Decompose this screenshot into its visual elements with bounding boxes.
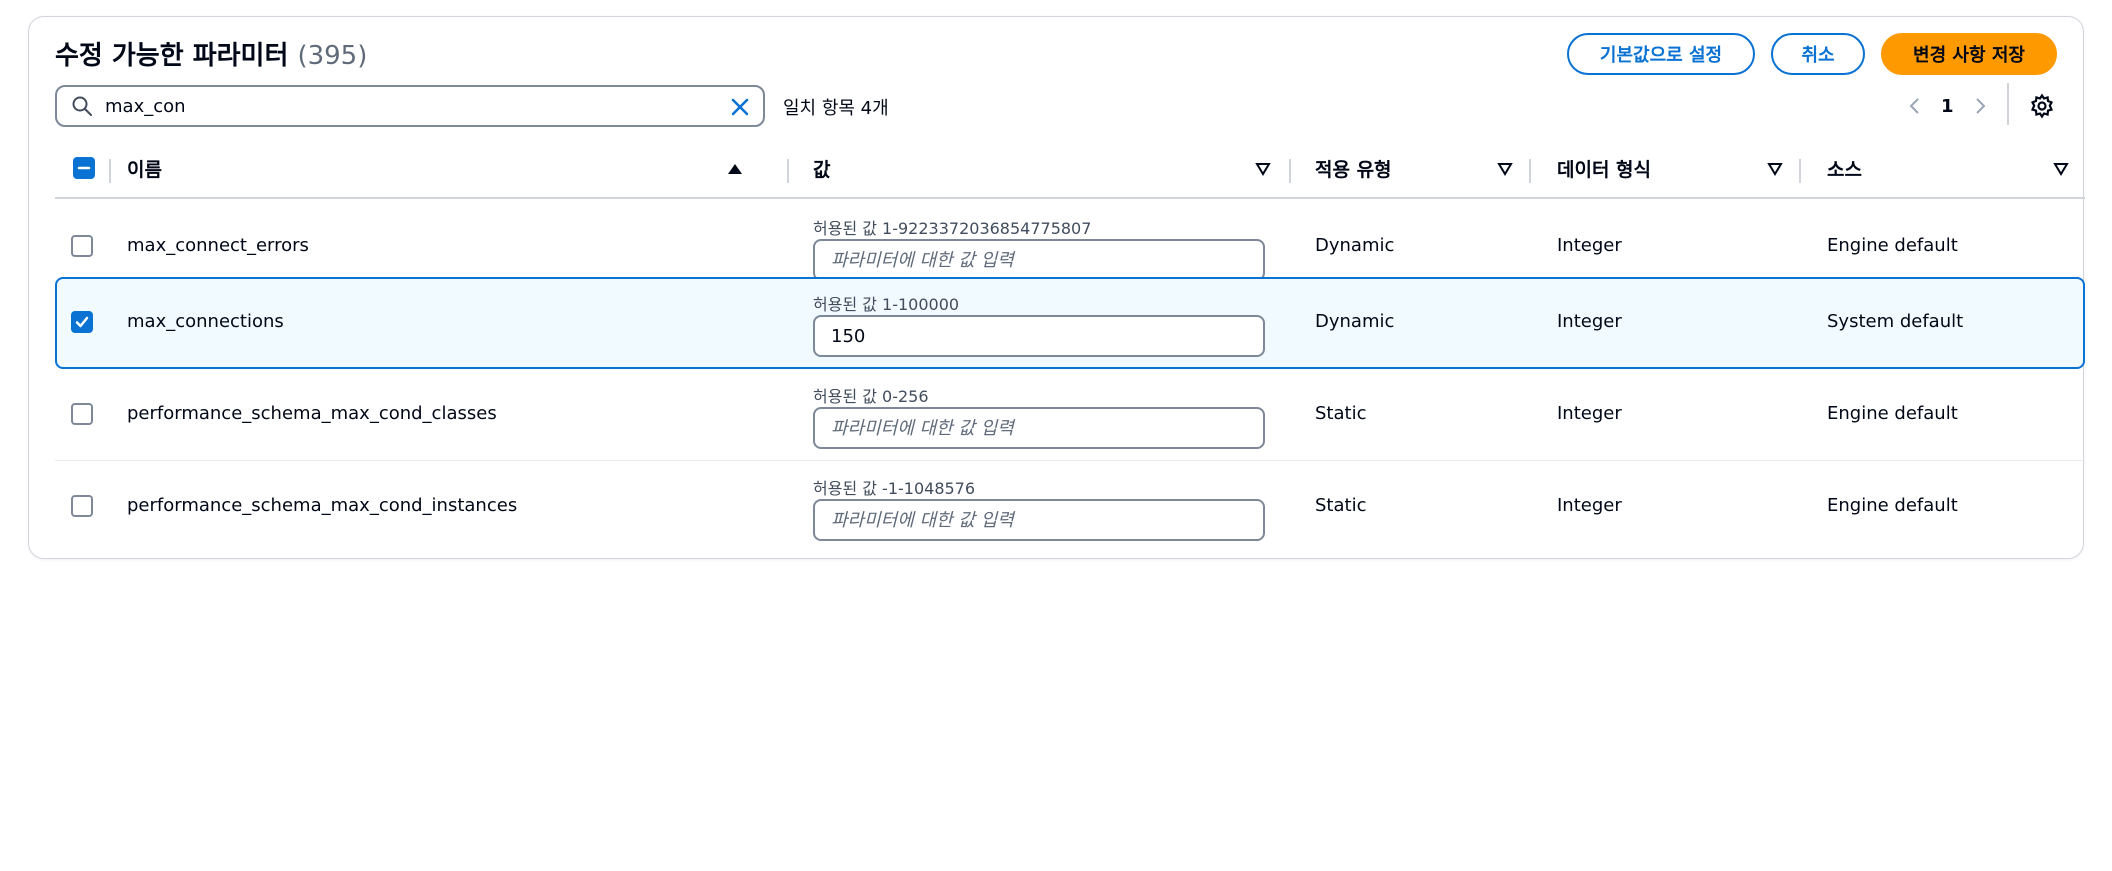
- apply-type: Static: [1315, 495, 1367, 516]
- source: Engine default: [1827, 403, 1958, 424]
- column-divider: [109, 159, 111, 183]
- search-input[interactable]: [105, 95, 715, 117]
- column-divider: [787, 159, 789, 183]
- sort-icon[interactable]: [1497, 161, 1513, 177]
- row-checkbox[interactable]: [71, 235, 93, 257]
- allowed-values: 허용된 값 1-100000: [813, 295, 960, 314]
- table-row-selected[interactable]: max_connections 허용된 값 1-100000 Dynamic I…: [55, 277, 2085, 369]
- data-type: Integer: [1557, 403, 1622, 424]
- current-page[interactable]: 1: [1941, 96, 1954, 117]
- data-type: Integer: [1557, 235, 1622, 256]
- column-divider: [1799, 159, 1801, 183]
- sort-icon[interactable]: [2053, 161, 2069, 177]
- parameter-name: performance_schema_max_cond_classes: [127, 403, 497, 424]
- sort-icon[interactable]: [1255, 161, 1271, 177]
- data-type: Integer: [1557, 311, 1622, 332]
- parameter-value-input[interactable]: [813, 499, 1265, 541]
- gear-icon[interactable]: [2029, 93, 2055, 119]
- chevron-right-icon[interactable]: [1970, 96, 1990, 116]
- select-all-checkbox[interactable]: [73, 157, 95, 179]
- column-header-apply-type[interactable]: 적용 유형: [1315, 139, 1392, 197]
- column-header-name[interactable]: 이름: [127, 139, 162, 197]
- pagination: 1: [1905, 89, 1990, 123]
- pagination-divider: [2007, 83, 2009, 125]
- page-title-text: 수정 가능한 파라미터: [55, 41, 289, 71]
- cancel-button[interactable]: 취소: [1771, 33, 1865, 75]
- apply-type: Dynamic: [1315, 235, 1395, 256]
- parameter-count: (395): [297, 41, 368, 71]
- column-divider: [1289, 159, 1291, 183]
- search-icon: [72, 96, 92, 116]
- row-checkbox[interactable]: [71, 403, 93, 425]
- apply-type: Static: [1315, 403, 1367, 424]
- parameter-name: max_connections: [127, 311, 284, 332]
- parameter-name: performance_schema_max_cond_instances: [127, 495, 518, 516]
- save-changes-button[interactable]: 변경 사항 저장: [1881, 33, 2057, 75]
- source: Engine default: [1827, 235, 1958, 256]
- data-type: Integer: [1557, 495, 1622, 516]
- page-title: 수정 가능한 파라미터 (395): [55, 35, 367, 72]
- table-header: 이름 값 적용 유형 데이터 형식 소스: [55, 139, 2085, 199]
- reset-to-default-button[interactable]: 기본값으로 설정: [1567, 33, 1755, 75]
- sort-ascending-icon[interactable]: [727, 161, 743, 177]
- column-header-data-type[interactable]: 데이터 형식: [1557, 139, 1651, 197]
- parameter-name: max_connect_errors: [127, 235, 309, 256]
- row-checkbox[interactable]: [71, 495, 93, 517]
- clear-search-icon[interactable]: [729, 96, 751, 118]
- column-header-value[interactable]: 값: [813, 139, 830, 197]
- column-header-source[interactable]: 소스: [1827, 139, 1862, 197]
- check-icon: [75, 316, 89, 328]
- apply-type: Dynamic: [1315, 311, 1395, 332]
- parameter-value-input[interactable]: [813, 239, 1265, 281]
- table-row[interactable]: performance_schema_max_cond_classes 허용된 …: [55, 369, 2085, 461]
- row-checkbox[interactable]: [71, 311, 93, 333]
- allowed-values: 허용된 값 -1-1048576: [813, 479, 976, 498]
- source: Engine default: [1827, 495, 1958, 516]
- column-divider: [1529, 159, 1531, 183]
- match-count: 일치 항목 4개: [783, 98, 889, 119]
- search-box: [55, 85, 765, 127]
- allowed-values: 허용된 값 0-256: [813, 387, 929, 406]
- chevron-left-icon[interactable]: [1905, 96, 1925, 116]
- parameters-panel: 수정 가능한 파라미터 (395) 기본값으로 설정 취소 변경 사항 저장 일…: [28, 16, 2085, 559]
- allowed-values: 허용된 값 1-9223372036854775807: [813, 219, 1092, 238]
- parameter-value-input[interactable]: [813, 315, 1265, 357]
- parameter-value-input[interactable]: [813, 407, 1265, 449]
- table-row[interactable]: performance_schema_max_cond_instances 허용…: [55, 461, 2085, 553]
- source: System default: [1827, 311, 1964, 332]
- sort-icon[interactable]: [1767, 161, 1783, 177]
- minus-icon: [77, 166, 91, 170]
